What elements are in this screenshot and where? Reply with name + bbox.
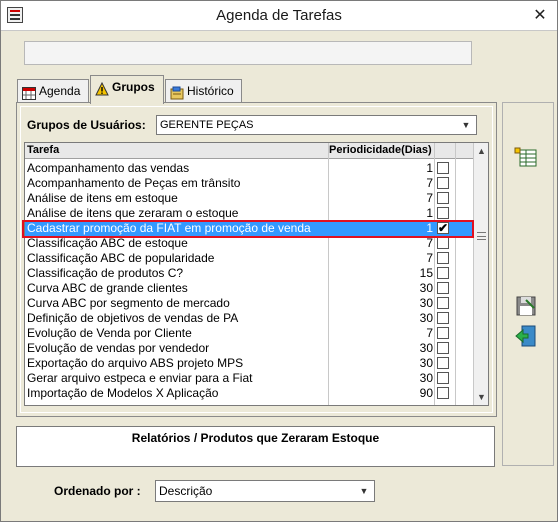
tab-agenda-label: Agenda — [39, 84, 81, 98]
table-row[interactable]: Classificação ABC de estoque 7 — [25, 236, 473, 251]
row-checkbox[interactable] — [437, 372, 449, 384]
period-cell: 7 — [426, 251, 433, 265]
table-row[interactable]: Definição de objetivos de vendas de PA 30 — [25, 311, 473, 326]
task-cell: Evolução de vendas por vendedor — [27, 341, 210, 355]
task-cell: Classificação ABC de popularidade — [27, 251, 215, 265]
chevron-down-icon[interactable]: ▼ — [458, 117, 474, 133]
task-cell: Curva ABC de grande clientes — [27, 281, 188, 295]
report-title: Relatórios / Produtos que Zeraram Estoqu… — [131, 431, 380, 445]
order-select[interactable]: Descrição ▼ — [155, 480, 375, 502]
row-checkbox[interactable] — [437, 207, 449, 219]
row-checkbox[interactable] — [437, 357, 449, 369]
row-checkbox[interactable] — [437, 297, 449, 309]
status-field — [24, 41, 472, 65]
row-checkbox[interactable] — [437, 327, 449, 339]
groups-select[interactable]: GERENTE PEÇAS ▼ — [156, 115, 477, 135]
task-cell: Exportação do arquivo ABS projeto MPS — [27, 356, 244, 370]
disk-icon — [516, 296, 536, 316]
calendar-icon — [22, 85, 36, 100]
table-row[interactable]: Acompanhamento de Peças em trânsito 7 — [25, 176, 473, 191]
period-cell: 90 — [419, 386, 433, 400]
task-grid: Tarefa Periodicidade(Dias) Acompanhament… — [24, 142, 489, 406]
groups-label: Grupos de Usuários: — [27, 118, 146, 132]
history-icon — [170, 85, 184, 100]
period-cell: 30 — [419, 371, 433, 385]
period-cell: 30 — [419, 356, 433, 370]
task-cell: Evolução de Venda por Cliente — [27, 326, 192, 340]
col-task-header[interactable]: Tarefa — [27, 144, 59, 156]
table-row[interactable]: Curva ABC de grande clientes 30 — [25, 281, 473, 296]
table-settings-icon — [514, 147, 537, 167]
table-row[interactable]: Evolução de vendas por vendedor 30 — [25, 341, 473, 356]
table-row[interactable]: Exportação do arquivo ABS projeto MPS 30 — [25, 356, 473, 371]
order-label: Ordenado por : — [54, 484, 141, 498]
period-cell: 30 — [419, 296, 433, 310]
table-row[interactable]: Análise de itens que zeraram o estoque 1 — [25, 206, 473, 221]
tab-historico-label: Histórico — [187, 84, 234, 98]
scroll-down-icon[interactable]: ▼ — [474, 390, 488, 404]
col-period-header[interactable]: Periodicidade(Dias) — [329, 144, 432, 156]
table-row[interactable]: Acompanhamento das vendas 1 — [25, 161, 473, 176]
period-cell: 7 — [426, 326, 433, 340]
period-cell: 30 — [419, 281, 433, 295]
order-select-value: Descrição — [159, 484, 213, 498]
row-checkbox[interactable] — [437, 282, 449, 294]
row-checkbox[interactable] — [437, 192, 449, 204]
grid-scrollbar[interactable]: ▲ ▼ — [473, 143, 488, 405]
row-checkbox[interactable] — [437, 162, 449, 174]
table-row[interactable]: Importação de Modelos X Aplicação 90 — [25, 386, 473, 401]
period-cell: 7 — [426, 176, 433, 190]
task-cell: Importação de Modelos X Aplicação — [27, 386, 219, 400]
task-cell: Classificação ABC de estoque — [27, 236, 188, 250]
table-row[interactable]: Evolução de Venda por Cliente 7 — [25, 326, 473, 341]
task-cell: Análise de itens em estoque — [27, 191, 178, 205]
row-checkbox[interactable] — [437, 252, 449, 264]
tab-agenda[interactable]: Agenda — [17, 79, 89, 103]
chevron-down-icon[interactable]: ▼ — [356, 483, 372, 499]
report-box: Relatórios / Produtos que Zeraram Estoqu… — [16, 426, 495, 467]
row-checkbox[interactable] — [437, 312, 449, 324]
period-cell: 7 — [426, 236, 433, 250]
period-cell: 30 — [419, 311, 433, 325]
task-cell: Gerar arquivo estpeca e enviar para a Fi… — [27, 371, 253, 385]
row-checkbox[interactable] — [437, 342, 449, 354]
warning-icon — [95, 81, 109, 96]
task-cell: Acompanhamento das vendas — [27, 161, 190, 175]
task-cell: Acompanhamento de Peças em trânsito — [27, 176, 241, 190]
save-button[interactable] — [514, 294, 538, 318]
table-row[interactable]: Análise de itens em estoque 7 — [25, 191, 473, 206]
period-cell: 15 — [419, 266, 433, 280]
table-row[interactable]: Gerar arquivo estpeca e enviar para a Fi… — [25, 371, 473, 386]
row-checkbox[interactable] — [437, 237, 449, 249]
exit-button[interactable] — [514, 324, 538, 348]
tab-historico[interactable]: Histórico — [165, 79, 242, 103]
table-row[interactable]: Classificação de produtos C? 15 — [25, 266, 473, 281]
close-button[interactable]: ✕ — [531, 7, 549, 25]
main-window: Agenda de Tarefas ✕ Agenda Grupos Histór… — [0, 0, 558, 522]
task-cell: Análise de itens que zeraram o estoque — [27, 206, 239, 220]
selected-row-highlight — [22, 220, 474, 238]
row-checkbox[interactable] — [437, 177, 449, 189]
period-cell: 1 — [426, 161, 433, 175]
task-cell: Curva ABC por segmento de mercado — [27, 296, 230, 310]
tab-grupos[interactable]: Grupos — [90, 75, 164, 104]
window-title: Agenda de Tarefas — [216, 7, 342, 24]
period-cell: 1 — [426, 206, 433, 220]
row-checkbox[interactable] — [437, 267, 449, 279]
period-cell: 7 — [426, 191, 433, 205]
groups-select-value: GERENTE PEÇAS — [160, 119, 254, 131]
task-cell: Definição de objetivos de vendas de PA — [27, 311, 239, 325]
period-cell: 30 — [419, 341, 433, 355]
table-row[interactable]: Curva ABC por segmento de mercado 30 — [25, 296, 473, 311]
title-bar: Agenda de Tarefas ✕ — [1, 1, 557, 31]
row-checkbox[interactable] — [437, 387, 449, 399]
grid-config-button[interactable] — [514, 146, 538, 170]
exit-door-icon — [515, 325, 536, 347]
scroll-thumb[interactable] — [477, 232, 486, 240]
task-cell: Classificação de produtos C? — [27, 266, 184, 280]
grid-header: Tarefa Periodicidade(Dias) — [25, 143, 473, 159]
scroll-up-icon[interactable]: ▲ — [474, 144, 488, 158]
tab-grupos-label: Grupos — [112, 80, 155, 94]
table-row[interactable]: Classificação ABC de popularidade 7 — [25, 251, 473, 266]
